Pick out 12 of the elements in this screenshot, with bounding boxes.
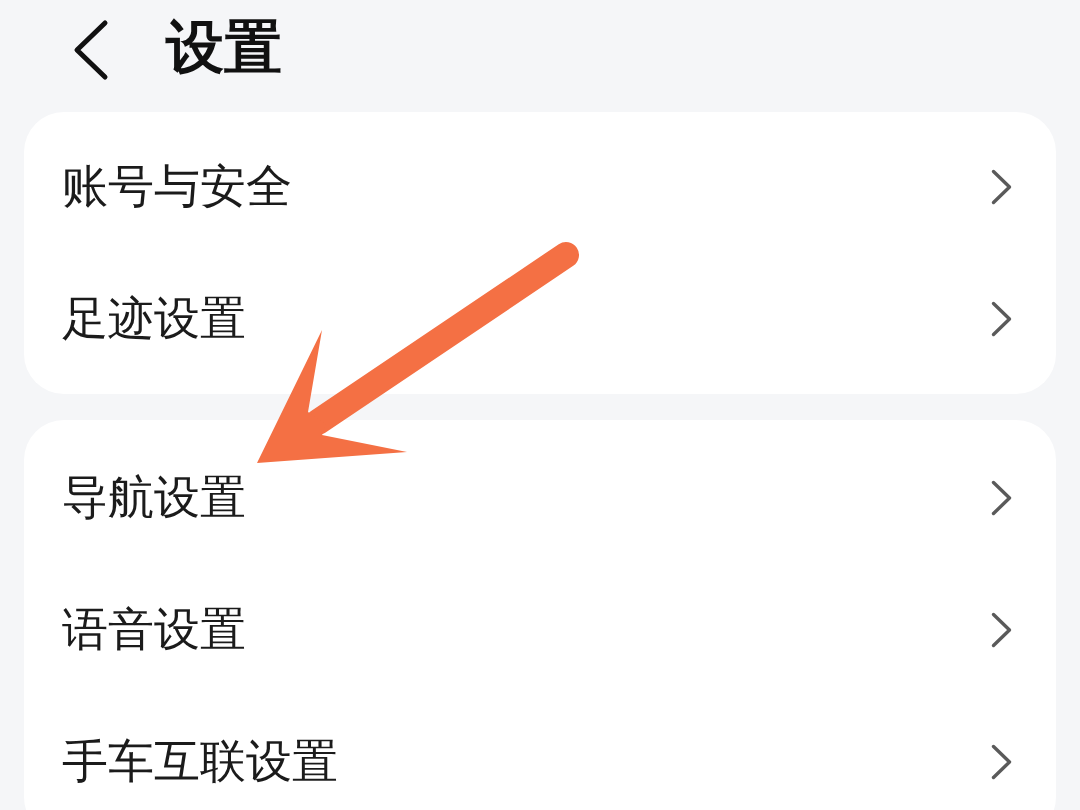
chevron-right-icon — [991, 169, 1012, 205]
settings-item[interactable]: 账号与安全 — [24, 121, 1056, 253]
chevron-right-icon — [991, 744, 1012, 780]
settings-item[interactable]: 语音设置 — [24, 564, 1056, 696]
back-icon — [72, 19, 110, 81]
settings-item[interactable]: 导航设置 — [24, 432, 1056, 564]
chevron-right-icon — [991, 612, 1012, 648]
chevron-right-icon — [991, 480, 1012, 516]
chevron-right-icon — [991, 301, 1012, 337]
settings-item[interactable]: 手车互联设置 — [24, 696, 1056, 810]
page-title: 设置 — [166, 18, 282, 76]
settings-item[interactable]: 足迹设置 — [24, 253, 1056, 385]
